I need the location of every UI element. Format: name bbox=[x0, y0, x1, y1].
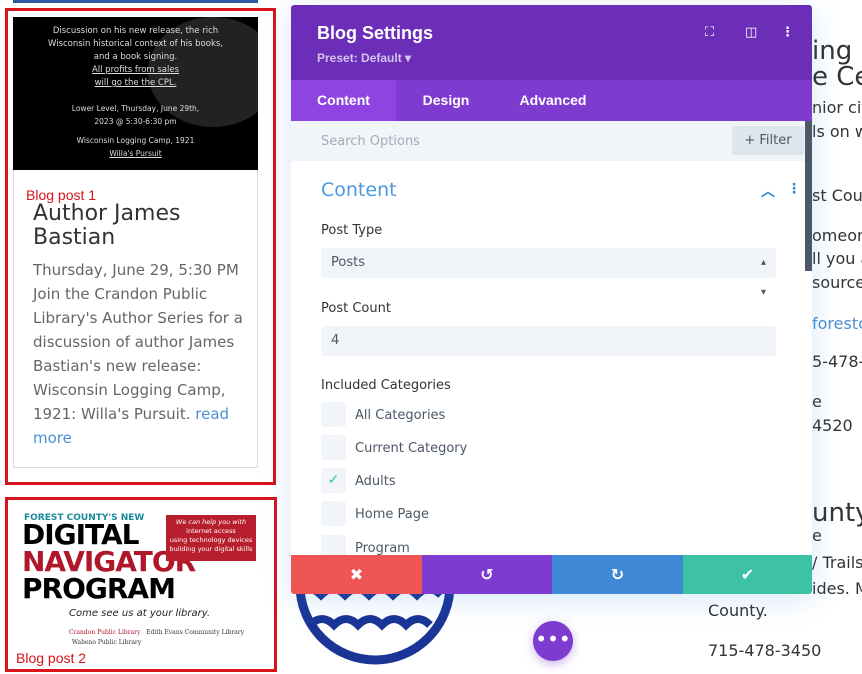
image-text: 2023 @ 5:30-6:30 pm bbox=[94, 117, 177, 126]
checkbox-label: Current Category bbox=[355, 441, 468, 456]
search-bar: + Filter bbox=[291, 121, 812, 161]
blog-post-2-image[interactable]: FOREST COUNTY'S NEW DIGITAL NAVIGATOR PROG… bbox=[14, 505, 258, 655]
scrollbar[interactable] bbox=[805, 121, 812, 271]
background-text: e bbox=[812, 526, 822, 545]
checkbox-all-categories[interactable] bbox=[321, 402, 346, 427]
select-arrows-icon: ▴ ▾ bbox=[760, 257, 766, 298]
background-text: / Trails bbox=[812, 553, 862, 572]
filter-button[interactable]: + Filter bbox=[732, 126, 804, 155]
background-phone: 5-478-2 bbox=[812, 352, 862, 371]
speech-bubble: We can help you with internet access using… bbox=[166, 515, 256, 561]
modal-action-bar: ✖ ↺ ↻ ✔ bbox=[291, 555, 812, 594]
background-text: source bbox=[812, 273, 862, 292]
background-text: County. bbox=[708, 601, 768, 620]
post-type-select[interactable]: Posts ▴ ▾ bbox=[321, 248, 776, 298]
checkbox-label: Adults bbox=[355, 474, 396, 489]
checkbox-label: All Categories bbox=[355, 408, 446, 423]
cancel-button[interactable]: ✖ bbox=[291, 555, 422, 594]
expand-icon[interactable]: ⛶ bbox=[705, 25, 714, 40]
background-text: st Coun bbox=[812, 186, 862, 205]
background-heading: unty C bbox=[812, 498, 862, 528]
image-text: and a book signing. bbox=[93, 52, 178, 62]
background-text: ll you a bbox=[812, 249, 862, 268]
redo-button[interactable]: ↻ bbox=[552, 555, 683, 594]
checkbox-adults[interactable]: ✓ bbox=[321, 468, 346, 493]
post-count-input[interactable]: 4 bbox=[321, 326, 776, 356]
modal-header: Blog Settings Preset: Default ▾ ⛶ ◫ ⋮ bbox=[291, 5, 812, 80]
blog-post-1-image[interactable]: Discussion on his new release, the rich … bbox=[13, 17, 258, 170]
image-text: PROGRAM bbox=[22, 572, 176, 605]
checkbox-home-page[interactable] bbox=[321, 501, 346, 526]
sidebar-layout-icon[interactable]: ◫ bbox=[745, 25, 757, 40]
background-text: 4520 bbox=[812, 416, 853, 435]
chevron-up-icon[interactable]: ︿ bbox=[761, 181, 775, 201]
background-text: ls on w bbox=[812, 122, 862, 141]
tab-content[interactable]: Content bbox=[291, 80, 396, 121]
tab-design[interactable]: Design bbox=[403, 80, 489, 121]
post-title[interactable]: Author James Bastian bbox=[33, 202, 253, 250]
modal-tabs: Content Design Advanced bbox=[291, 80, 812, 121]
background-text: omeon bbox=[812, 226, 862, 245]
top-divider bbox=[13, 0, 258, 3]
library-logos: Crandon Public Library Edith Evans Commu… bbox=[69, 629, 245, 646]
image-text: Willa's Pursuit bbox=[109, 149, 162, 158]
checkbox-label: Home Page bbox=[355, 507, 429, 522]
checkbox-current-category[interactable] bbox=[321, 435, 346, 460]
post-type-value: Posts bbox=[331, 255, 365, 270]
post-excerpt: Thursday, June 29, 5:30 PM Join the Cran… bbox=[33, 258, 255, 450]
blog-post-2-label: Blog post 2 bbox=[16, 650, 87, 666]
background-text: nior cit bbox=[812, 98, 862, 117]
included-categories-label: Included Categories bbox=[321, 378, 451, 393]
background-text: ides. M bbox=[812, 579, 862, 598]
page-settings-fab[interactable]: ••• bbox=[533, 621, 573, 661]
blog-settings-modal: Blog Settings Preset: Default ▾ ⛶ ◫ ⋮ Co… bbox=[291, 5, 812, 594]
post-type-label: Post Type bbox=[321, 223, 383, 238]
preset-dropdown[interactable]: Preset: Default ▾ bbox=[317, 51, 411, 65]
image-text: Wisconsin historical context of his book… bbox=[47, 39, 224, 49]
image-text: Come see us at your library. bbox=[69, 608, 211, 619]
search-options-input[interactable] bbox=[291, 121, 721, 161]
save-button[interactable]: ✔ bbox=[683, 555, 812, 594]
background-heading: e Cer bbox=[812, 62, 862, 92]
section-title[interactable]: Content bbox=[321, 179, 397, 201]
image-text: building your digital skills bbox=[169, 545, 253, 553]
image-text: using technology devices bbox=[169, 536, 253, 544]
section-more-icon[interactable]: ⋮ bbox=[787, 181, 801, 197]
image-text: Lower Level, Thursday, June 29th, bbox=[71, 104, 200, 113]
image-text: We can help you with bbox=[175, 518, 247, 526]
image-text: internet access bbox=[186, 527, 236, 535]
image-text: Wisconsin Logging Camp, 1921 bbox=[76, 136, 195, 145]
check-icon: ✓ bbox=[327, 472, 340, 488]
undo-button[interactable]: ↺ bbox=[422, 555, 552, 594]
background-email-link[interactable]: forestc bbox=[812, 314, 862, 333]
excerpt-text: Thursday, June 29, 5:30 PM Join the Cran… bbox=[33, 261, 243, 423]
checkbox-label: Program bbox=[355, 541, 410, 556]
background-text: e bbox=[812, 392, 822, 411]
image-text: will go the the CPL. bbox=[94, 78, 177, 88]
post-count-label: Post Count bbox=[321, 301, 391, 316]
image-text: Discussion on his new release, the rich bbox=[52, 26, 219, 36]
background-phone: 715-478-3450 bbox=[708, 641, 822, 660]
image-text: All profits from sales bbox=[91, 65, 180, 75]
more-vertical-icon[interactable]: ⋮ bbox=[781, 25, 794, 40]
tab-advanced[interactable]: Advanced bbox=[503, 80, 603, 121]
modal-title: Blog Settings bbox=[317, 23, 433, 43]
